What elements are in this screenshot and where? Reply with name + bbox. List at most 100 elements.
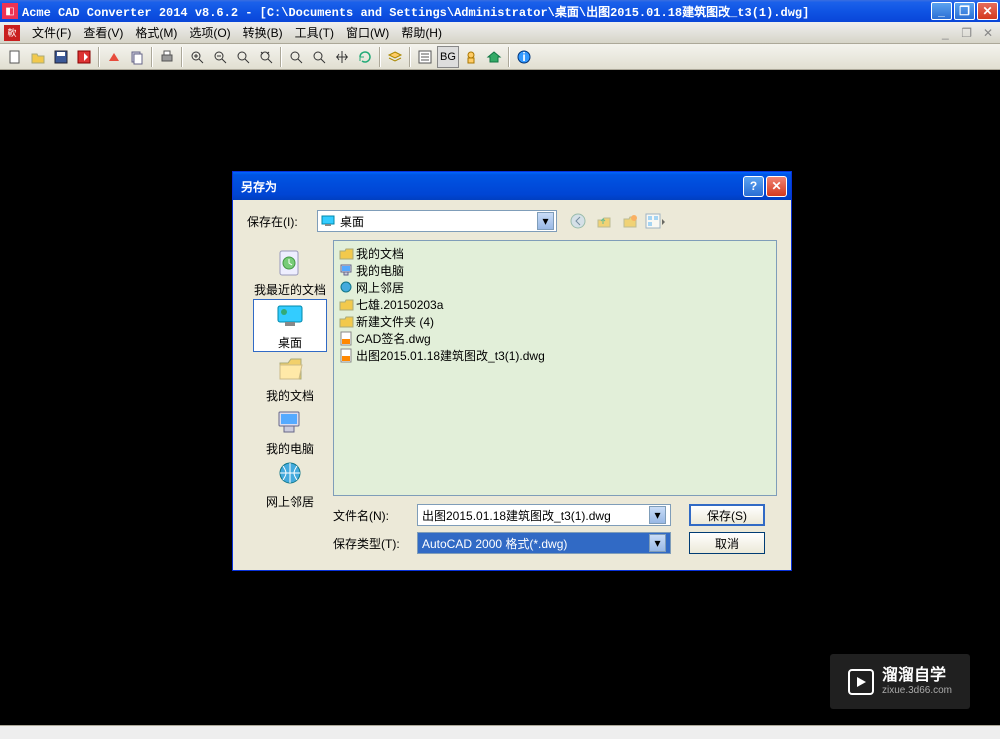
- layers-icon[interactable]: [384, 46, 406, 68]
- cancel-button[interactable]: 取消: [689, 532, 765, 554]
- filetype-label: 保存类型(T):: [333, 535, 417, 552]
- save-button[interactable]: 保存(S): [689, 504, 765, 526]
- print-icon[interactable]: [156, 46, 178, 68]
- watermark-brand: 溜溜自学: [882, 667, 952, 685]
- dialog-title: 另存为: [241, 178, 277, 195]
- nav-back-icon[interactable]: [567, 210, 589, 232]
- network-icon: [274, 459, 306, 491]
- zoom-all-icon[interactable]: [285, 46, 307, 68]
- folder-icon: [338, 314, 354, 329]
- window-controls: _ ❐ ✕: [931, 2, 998, 20]
- save-in-label: 保存在(I):: [247, 213, 317, 230]
- menu-file[interactable]: 文件(F): [26, 22, 77, 43]
- app-title-icon: ◧: [2, 3, 18, 19]
- toolbar-separator: [98, 47, 100, 67]
- toolbar-separator: [280, 47, 282, 67]
- chevron-down-icon[interactable]: ▾: [649, 534, 666, 552]
- toolbar-separator: [508, 47, 510, 67]
- folder-docs-icon: [338, 246, 354, 261]
- maximize-button[interactable]: ❐: [954, 2, 975, 20]
- filename-input[interactable]: 出图2015.01.18建筑图改_t3(1).dwg ▾: [417, 504, 671, 526]
- menubar: 軟 文件(F) 查看(V) 格式(M) 选项(O) 转换(B) 工具(T) 窗口…: [0, 22, 1000, 44]
- toolbar-separator: [409, 47, 411, 67]
- view-menu-icon[interactable]: [645, 210, 667, 232]
- toolbar: BG i: [0, 44, 1000, 70]
- toolbar-separator: [379, 47, 381, 67]
- dialog-help-button[interactable]: ?: [743, 176, 764, 197]
- place-desktop[interactable]: 桌面: [253, 299, 327, 352]
- properties-icon[interactable]: [414, 46, 436, 68]
- places-bar: 我最近的文档 桌面 我的文档: [247, 240, 333, 496]
- menu-format[interactable]: 格式(M): [129, 22, 183, 43]
- svg-text:i: i: [522, 50, 525, 64]
- computer-icon: [274, 406, 306, 438]
- pan-icon[interactable]: [331, 46, 353, 68]
- mydocs-icon: [274, 353, 306, 385]
- shx-font-icon[interactable]: [460, 46, 482, 68]
- copy-icon[interactable]: [126, 46, 148, 68]
- home-icon[interactable]: [483, 46, 505, 68]
- menu-options[interactable]: 选项(O): [183, 22, 236, 43]
- regen-icon[interactable]: [354, 46, 376, 68]
- folder-icon: [338, 297, 354, 312]
- window-title: Acme CAD Converter 2014 v8.6.2 - [C:\Doc…: [22, 3, 809, 20]
- nav-up-icon[interactable]: [593, 210, 615, 232]
- zoom-window-icon[interactable]: [232, 46, 254, 68]
- desktop-place-icon: [274, 300, 306, 332]
- batch-convert-icon[interactable]: [103, 46, 125, 68]
- list-item[interactable]: 我的文档: [338, 245, 772, 262]
- app-menu-icon: 軟: [4, 25, 20, 41]
- network-small-icon: [338, 280, 354, 295]
- recent-docs-icon: [274, 247, 306, 279]
- open-file-icon[interactable]: [27, 46, 49, 68]
- statusbar: [0, 725, 1000, 739]
- new-folder-icon[interactable]: [619, 210, 641, 232]
- chevron-down-icon[interactable]: ▾: [649, 506, 666, 524]
- about-icon[interactable]: i: [513, 46, 535, 68]
- list-item[interactable]: 出图2015.01.18建筑图改_t3(1).dwg: [338, 347, 772, 364]
- list-item[interactable]: 新建文件夹 (4): [338, 313, 772, 330]
- place-computer[interactable]: 我的电脑: [253, 405, 327, 458]
- desktop-icon: [320, 213, 336, 229]
- zoom-extent-icon[interactable]: [255, 46, 277, 68]
- zoom-out-icon[interactable]: [209, 46, 231, 68]
- mdi-restore-button[interactable]: ❐: [959, 26, 975, 40]
- filename-label: 文件名(N):: [333, 507, 417, 524]
- menu-window[interactable]: 窗口(W): [340, 22, 395, 43]
- play-icon: [848, 669, 874, 695]
- menu-help[interactable]: 帮助(H): [395, 22, 448, 43]
- place-mydocs[interactable]: 我的文档: [253, 352, 327, 405]
- place-recent[interactable]: 我最近的文档: [253, 246, 327, 299]
- file-list[interactable]: 我的文档 我的电脑 网上邻居 七雄.20150203a 新建文件夹 (4) CA…: [333, 240, 777, 496]
- toolbar-separator: [151, 47, 153, 67]
- save-in-combo[interactable]: 桌面 ▾: [317, 210, 557, 232]
- menu-view[interactable]: 查看(V): [77, 22, 129, 43]
- zoom-prev-icon[interactable]: [308, 46, 330, 68]
- dialog-close-button[interactable]: ✕: [766, 176, 787, 197]
- watermark: 溜溜自学 zixue.3d66.com: [830, 654, 970, 709]
- list-item[interactable]: CAD签名.dwg: [338, 330, 772, 347]
- chevron-down-icon[interactable]: ▾: [537, 212, 554, 230]
- computer-small-icon: [338, 263, 354, 278]
- zoom-in-icon[interactable]: [186, 46, 208, 68]
- minimize-button[interactable]: _: [931, 2, 952, 20]
- mdi-minimize-button[interactable]: _: [937, 26, 953, 40]
- watermark-url: zixue.3d66.com: [882, 685, 952, 696]
- menu-tools[interactable]: 工具(T): [289, 22, 340, 43]
- main-titlebar: ◧ Acme CAD Converter 2014 v8.6.2 - [C:\D…: [0, 0, 1000, 22]
- filetype-select[interactable]: AutoCAD 2000 格式(*.dwg) ▾: [417, 532, 671, 554]
- mdi-close-button[interactable]: ✕: [980, 26, 996, 40]
- bg-color-button[interactable]: BG: [437, 46, 459, 68]
- new-file-icon[interactable]: [4, 46, 26, 68]
- list-item[interactable]: 我的电脑: [338, 262, 772, 279]
- save-as-dialog: 另存为 ? ✕ 保存在(I): 桌面 ▾: [232, 171, 792, 571]
- list-item[interactable]: 七雄.20150203a: [338, 296, 772, 313]
- dwg-file-icon: [338, 348, 354, 363]
- list-item[interactable]: 网上邻居: [338, 279, 772, 296]
- export-icon[interactable]: [73, 46, 95, 68]
- menu-convert[interactable]: 转换(B): [237, 22, 289, 43]
- dialog-titlebar[interactable]: 另存为 ? ✕: [233, 172, 791, 200]
- close-button[interactable]: ✕: [977, 2, 998, 20]
- save-file-icon[interactable]: [50, 46, 72, 68]
- toolbar-separator: [181, 47, 183, 67]
